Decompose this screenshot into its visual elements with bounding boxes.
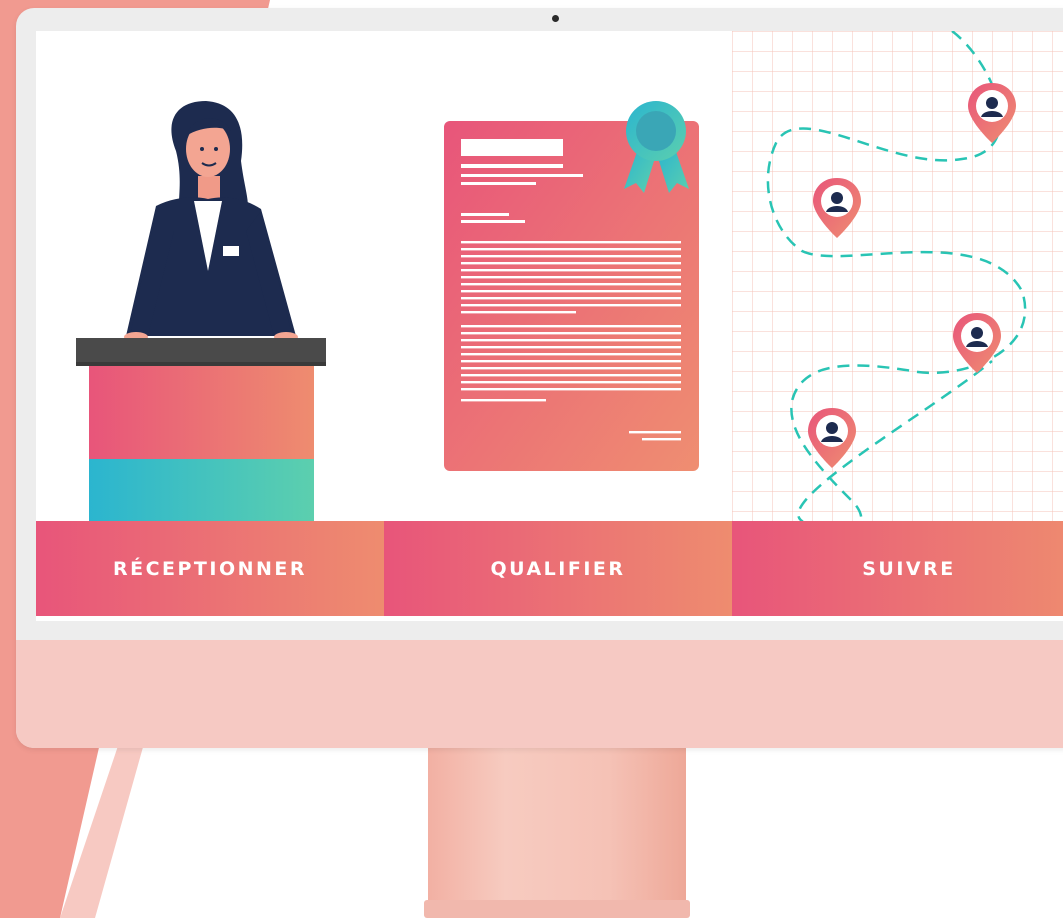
monitor-chin	[16, 640, 1063, 748]
step-label: QUALIFIER	[490, 557, 626, 580]
monitor: 1	[16, 8, 1063, 748]
step-suivre[interactable]: SUIVRE	[732, 521, 1063, 616]
monitor-stand-base	[424, 900, 690, 918]
route-map-illustration	[732, 31, 1063, 521]
panel-reception	[36, 31, 384, 521]
panel-follow	[732, 31, 1063, 521]
camera-dot	[552, 15, 559, 22]
screen: 1	[36, 31, 1063, 621]
receptionist-illustration	[76, 101, 326, 521]
step-labels: RÉCEPTIONNER QUALIFIER SUIVRE	[36, 521, 1063, 616]
monitor-stand	[428, 748, 686, 908]
step-label: RÉCEPTIONNER	[112, 557, 308, 580]
step-label: SUIVRE	[862, 557, 956, 580]
step-receptionner[interactable]: RÉCEPTIONNER	[36, 521, 384, 616]
certificate-illustration	[444, 101, 699, 471]
panel-qualify: 1	[384, 31, 732, 521]
step-qualifier[interactable]: QUALIFIER	[384, 521, 732, 616]
